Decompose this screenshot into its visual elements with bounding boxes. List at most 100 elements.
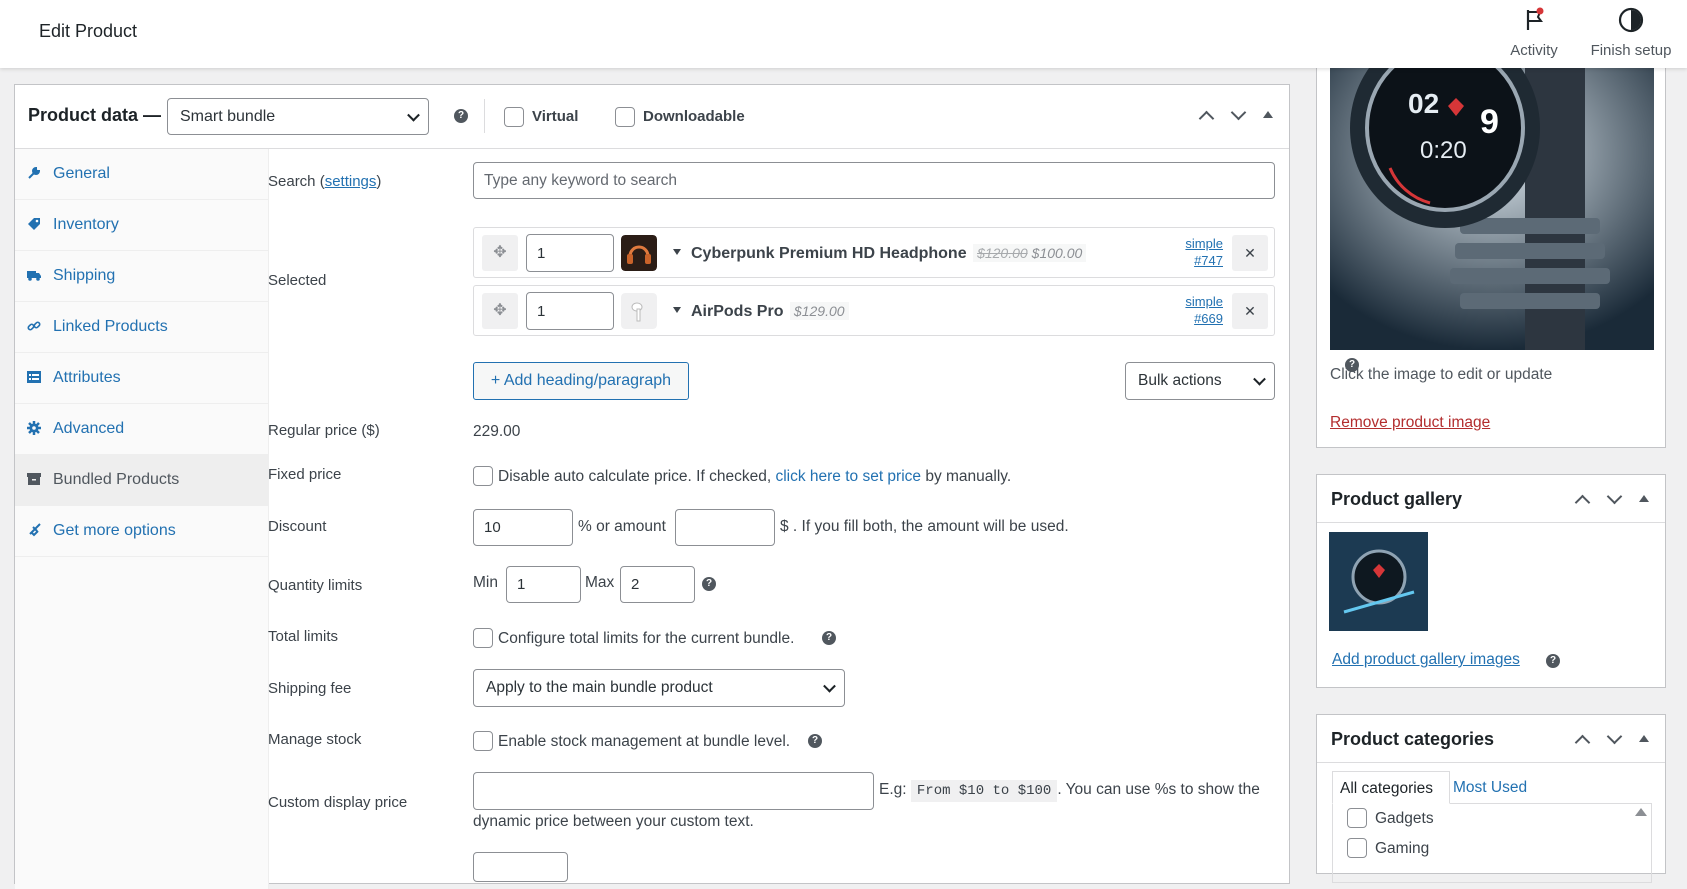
drag-handle-icon[interactable]: ✥ (482, 293, 518, 329)
max-quantity-input[interactable]: 2 (620, 566, 695, 603)
help-icon[interactable]: ? (454, 109, 468, 123)
discount-label: Discount (268, 518, 327, 535)
tab-label: Bundled Products (53, 471, 180, 488)
help-icon[interactable]: ? (702, 577, 716, 591)
eg-text: E.g: (879, 781, 907, 798)
tab-linked-products[interactable]: Linked Products (15, 302, 268, 353)
tab-all-categories-label: All categories (1340, 780, 1434, 797)
custom-display-label: Custom display price (268, 794, 408, 811)
fixed-price-checkbox[interactable] (473, 466, 493, 486)
finish-setup-label: Finish setup (1590, 42, 1672, 59)
min-quantity-input[interactable]: 1 (506, 566, 581, 603)
help-icon[interactable]: ? (822, 631, 836, 645)
custom-display-input[interactable] (473, 772, 874, 810)
total-limits-checkbox[interactable] (473, 628, 493, 648)
gallery-thumbnail[interactable] (1329, 532, 1428, 631)
search-label-end: ) (376, 173, 382, 190)
remove-item-button[interactable]: ✕ (1232, 235, 1268, 271)
remove-image-link[interactable]: Remove product image (1330, 414, 1490, 432)
search-settings-link[interactable]: settings (325, 173, 377, 190)
fixed-price-text-1: Disable auto calculate price. If checked… (498, 468, 772, 485)
add-gallery-images-link[interactable]: Add product gallery images (1332, 651, 1520, 669)
airpods-thumbnail (621, 293, 657, 329)
finish-setup-button[interactable]: Finish setup (1588, 6, 1674, 59)
shipping-fee-select[interactable]: Apply to the main bundle product (473, 669, 845, 707)
discount-text-2: $ . If you fill both, the amount will be… (780, 518, 1069, 535)
tab-shipping[interactable]: Shipping (15, 251, 268, 302)
virtual-checkbox[interactable] (504, 107, 524, 127)
id-text: #747 (1194, 253, 1223, 268)
product-name: AirPods Pro (691, 303, 784, 320)
move-up-button[interactable] (1198, 107, 1215, 127)
add-heading-button[interactable]: + Add heading/paragraph (473, 362, 689, 400)
bundle-item: ✥ 1 Cyberpunk Premium HD Headphone $120.… (473, 227, 1275, 278)
move-up-button[interactable] (1574, 491, 1591, 511)
move-down-button[interactable] (1230, 104, 1247, 121)
category-checkbox-gadgets[interactable] (1347, 808, 1367, 828)
chevron-down-icon (1606, 488, 1623, 505)
tab-inventory[interactable]: Inventory (15, 200, 268, 251)
set-price-link[interactable]: click here to set price (775, 468, 921, 485)
product-categories-box: Product categories All categories Most U… (1316, 714, 1666, 883)
selected-label: Selected (268, 272, 327, 289)
toggle-panel-button[interactable] (1263, 107, 1277, 121)
toggle-panel-button[interactable] (1639, 731, 1653, 745)
activity-button[interactable]: Activity (1505, 6, 1563, 59)
example-code: From $10 to $100 (910, 780, 1058, 802)
tab-advanced[interactable]: Advanced (15, 404, 268, 455)
tab-most-used[interactable]: Most Used (1453, 779, 1527, 797)
tab-attributes[interactable]: Attributes (15, 353, 268, 404)
categories-list: Gadgets Gaming (1332, 803, 1652, 883)
help-icon[interactable]: ? (808, 734, 822, 748)
move-up-button[interactable] (1574, 731, 1591, 751)
type-text: simple (1185, 236, 1223, 251)
custom-display-text-1: . You can use %s to show the (1057, 781, 1260, 798)
product-name: Cyberpunk Premium HD Headphone (691, 245, 967, 262)
gear-icon (27, 421, 41, 435)
custom-display-help: E.g: From $10 to $100. You can use %s to… (879, 780, 1260, 802)
category-checkbox-gaming[interactable] (1347, 838, 1367, 858)
quantity-input[interactable]: 1 (526, 292, 614, 330)
tab-all-categories[interactable]: All categories (1332, 771, 1450, 804)
caret-down-icon[interactable] (673, 307, 681, 313)
category-label: Gaming (1375, 840, 1430, 857)
remove-item-button[interactable]: ✕ (1232, 293, 1268, 329)
drag-handle-icon[interactable]: ✥ (482, 235, 518, 271)
triangle-up-icon (1263, 111, 1273, 118)
toggle-panel-button[interactable] (1639, 491, 1653, 505)
discount-amount-input[interactable] (675, 509, 775, 546)
product-image[interactable]: 02 9 0:20 (1330, 68, 1654, 350)
search-input[interactable]: Type any keyword to search (473, 162, 1275, 199)
caret-down-icon[interactable] (673, 249, 681, 255)
move-down-button[interactable] (1606, 488, 1623, 505)
tab-general[interactable]: General (15, 149, 268, 200)
move-down-button[interactable] (1606, 728, 1623, 745)
chevron-down-icon (407, 108, 420, 122)
tab-bundled-products[interactable]: Bundled Products (15, 455, 268, 506)
scroll-up-icon[interactable] (1635, 808, 1647, 816)
svg-text:02: 02 (1408, 88, 1439, 119)
bulk-actions-select[interactable]: Bulk actions (1125, 362, 1275, 400)
product-data-tabs: General Inventory Shipping Linked Produc… (15, 149, 269, 889)
product-gallery-box: Product gallery Add product gallery imag… (1316, 474, 1666, 688)
search-label-text: Search ( (268, 173, 325, 190)
help-icon[interactable]: ? (1546, 654, 1560, 668)
manage-stock-checkbox[interactable] (473, 731, 493, 751)
discount-percent-input[interactable]: 10 (473, 509, 573, 546)
total-limits-text: Configure total limits for the current b… (498, 630, 795, 647)
tab-get-more-options[interactable]: Get more options (15, 506, 268, 557)
regular-price-value: 229.00 (473, 423, 521, 440)
product-type-select[interactable]: Smart bundle (167, 98, 429, 135)
chevron-up-icon (1574, 494, 1591, 511)
downloadable-checkbox[interactable] (615, 107, 635, 127)
product-data-header: Product data — Smart bundle ? Virtual Do… (15, 85, 1289, 149)
total-limits-label: Total limits (268, 628, 339, 645)
product-type-link[interactable]: simple #747 (1185, 235, 1223, 269)
discount-text-1: % or amount (578, 518, 666, 535)
price: $100.00 (1031, 245, 1083, 261)
quantity-input[interactable]: 1 (526, 234, 614, 272)
product-type-link[interactable]: simple #669 (1185, 293, 1223, 327)
divider (484, 99, 485, 133)
product-image-box: 02 9 0:20 ? Click the image to edit or u… (1316, 40, 1666, 448)
next-field-input[interactable] (473, 852, 568, 882)
